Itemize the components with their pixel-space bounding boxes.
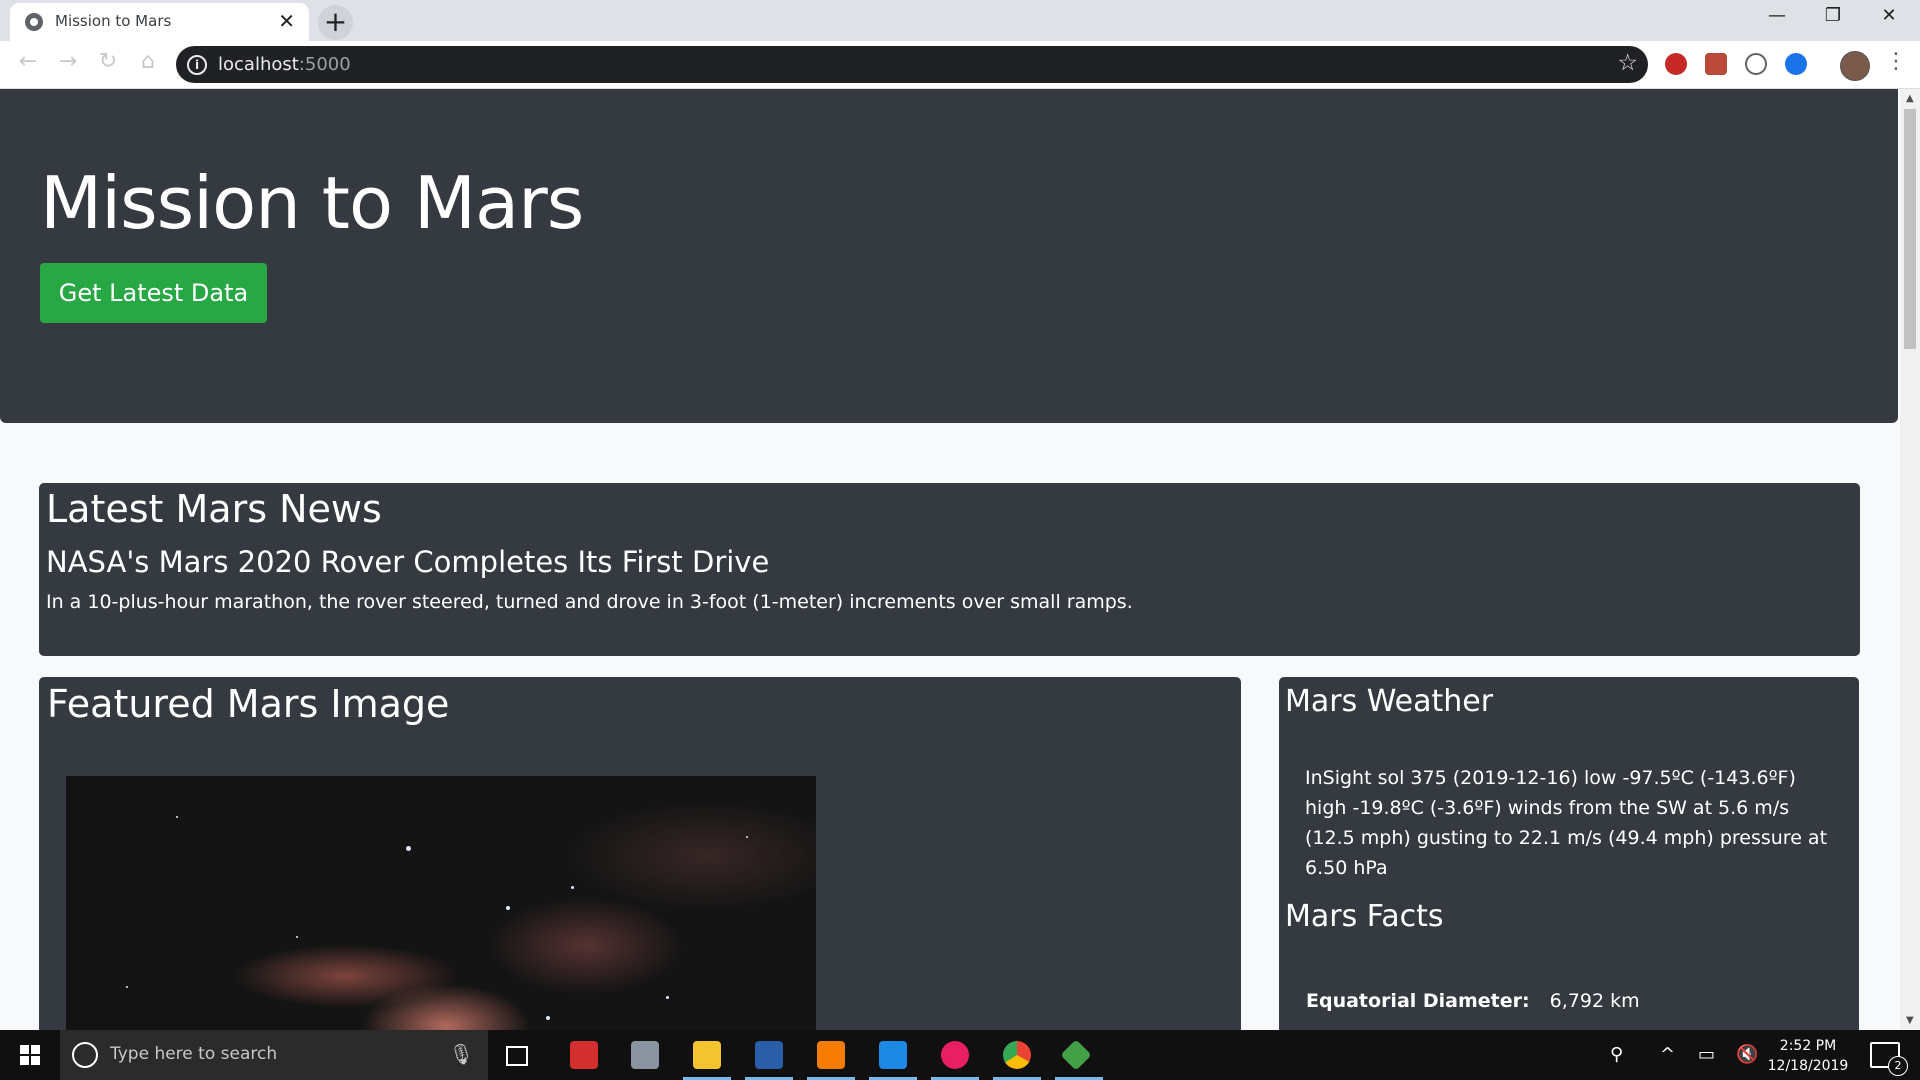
image-star: [296, 936, 298, 938]
taskbar: Type here to search 🎙 ⚲ ^ ▭ 🔇 2:52 PM 12…: [0, 1030, 1920, 1080]
weather-report: InSight sol 375 (2019-12-16) low -97.5ºC…: [1305, 767, 1828, 879]
address-bar[interactable]: i localhost:5000 ☆: [176, 46, 1648, 83]
new-tab-button[interactable]: +: [318, 5, 353, 40]
close-tab-icon[interactable]: ✕: [278, 9, 295, 33]
slack-icon[interactable]: [941, 1041, 969, 1069]
mute-icon[interactable]: 🔇: [1736, 1044, 1758, 1065]
globe-icon: [25, 13, 43, 31]
page-viewport: Mission to Mars Get Latest Data Latest M…: [0, 89, 1900, 1030]
restore-button[interactable]: ❐: [1805, 5, 1861, 37]
app-icon-gray[interactable]: [631, 1041, 659, 1069]
chrome-icon[interactable]: [1003, 1041, 1031, 1069]
app-icon-red[interactable]: [570, 1041, 598, 1069]
gitkraken-icon[interactable]: [1060, 1039, 1092, 1071]
facts-row: Equatorial Diameter: 6,792 km: [1306, 990, 1640, 1012]
info-icon[interactable]: i: [187, 55, 207, 75]
notification-center-icon[interactable]: 2: [1870, 1042, 1908, 1076]
scrollbar-thumb[interactable]: [1904, 109, 1916, 349]
windows-start-icon[interactable]: [0, 1030, 60, 1080]
profile-avatar[interactable]: [1840, 51, 1870, 81]
image-star: [746, 836, 748, 838]
file-explorer-icon[interactable]: [693, 1041, 721, 1069]
scroll-down-icon[interactable]: ▼: [1906, 1015, 1914, 1026]
vscode-icon[interactable]: [879, 1041, 907, 1069]
taskbar-search[interactable]: Type here to search 🎙: [60, 1030, 488, 1080]
url-text[interactable]: localhost:5000: [218, 54, 351, 75]
browser-toolbar: ← → ↻ ⌂ i localhost:5000 ☆ ⋮: [0, 41, 1920, 89]
clock-date: 12/18/2019: [1767, 1058, 1849, 1074]
powershell-icon[interactable]: [755, 1041, 783, 1069]
home-icon[interactable]: ⌂: [132, 49, 164, 81]
task-view-icon[interactable]: [506, 1046, 528, 1066]
pdf-extension-icon[interactable]: [1705, 53, 1727, 75]
featured-heading: Featured Mars Image: [47, 682, 450, 726]
get-latest-data-button[interactable]: Get Latest Data: [40, 263, 267, 323]
system-clock[interactable]: 2:52 PM 12/18/2019: [1758, 1036, 1858, 1076]
featured-image-card: Featured Mars Image: [39, 677, 1241, 1030]
tab-title: Mission to Mars: [55, 12, 172, 30]
featured-mars-image[interactable]: [66, 776, 816, 1030]
notification-count: 2: [1888, 1056, 1908, 1076]
facts-heading: Mars Facts: [1285, 899, 1444, 934]
microphone-icon[interactable]: 🎙: [449, 1042, 474, 1066]
scroll-up-icon[interactable]: ▲: [1906, 93, 1914, 104]
fact-label: Equatorial Diameter:: [1306, 990, 1530, 1012]
image-star: [506, 906, 510, 910]
extension-check-icon[interactable]: [1785, 53, 1807, 75]
news-card: Latest Mars News NASA's Mars 2020 Rover …: [39, 483, 1860, 656]
news-heading: Latest Mars News: [46, 487, 382, 531]
news-headline: NASA's Mars 2020 Rover Completes Its Fir…: [46, 545, 770, 579]
search-placeholder: Type here to search: [110, 1044, 278, 1064]
battery-icon[interactable]: ▭: [1698, 1044, 1715, 1065]
reload-icon[interactable]: ↻: [92, 49, 124, 81]
minimize-button[interactable]: —: [1749, 5, 1805, 37]
jumbotron: Mission to Mars Get Latest Data: [0, 89, 1898, 423]
bookmark-star-icon[interactable]: ☆: [1617, 50, 1638, 76]
close-window-button[interactable]: ✕: [1861, 5, 1917, 37]
clock-time: 2:52 PM: [1779, 1038, 1837, 1054]
extension-circle-icon[interactable]: [1745, 53, 1767, 75]
image-star: [126, 986, 128, 988]
image-star: [546, 1016, 550, 1020]
page-title: Mission to Mars: [40, 161, 584, 245]
image-star: [666, 996, 669, 999]
fact-value: 6,792 km: [1549, 990, 1640, 1012]
weather-heading: Mars Weather: [1285, 684, 1494, 719]
image-star: [571, 886, 574, 889]
people-icon[interactable]: ⚲: [1610, 1044, 1623, 1065]
back-icon[interactable]: ←: [12, 49, 44, 81]
forward-icon[interactable]: →: [52, 49, 84, 81]
xampp-icon[interactable]: [817, 1041, 845, 1069]
image-star: [406, 846, 411, 851]
extension-bug-icon[interactable]: [1665, 53, 1687, 75]
browser-tab[interactable]: Mission to Mars ✕: [10, 3, 309, 41]
chevron-up-icon[interactable]: ^: [1660, 1044, 1675, 1065]
menu-icon[interactable]: ⋮: [1885, 49, 1907, 74]
news-teaser: In a 10-plus-hour marathon, the rover st…: [46, 591, 1133, 613]
weather-card: Mars Weather InSight sol 375 (2019-12-16…: [1279, 677, 1859, 1030]
tab-strip: Mission to Mars ✕ + — ❐ ✕: [0, 0, 1920, 41]
cortana-icon: [72, 1042, 98, 1068]
image-star: [176, 816, 178, 818]
page-scrollbar[interactable]: ▲ ▼: [1900, 89, 1920, 1030]
facts-table: Equatorial Diameter: 6,792 km: [1306, 990, 1640, 1012]
